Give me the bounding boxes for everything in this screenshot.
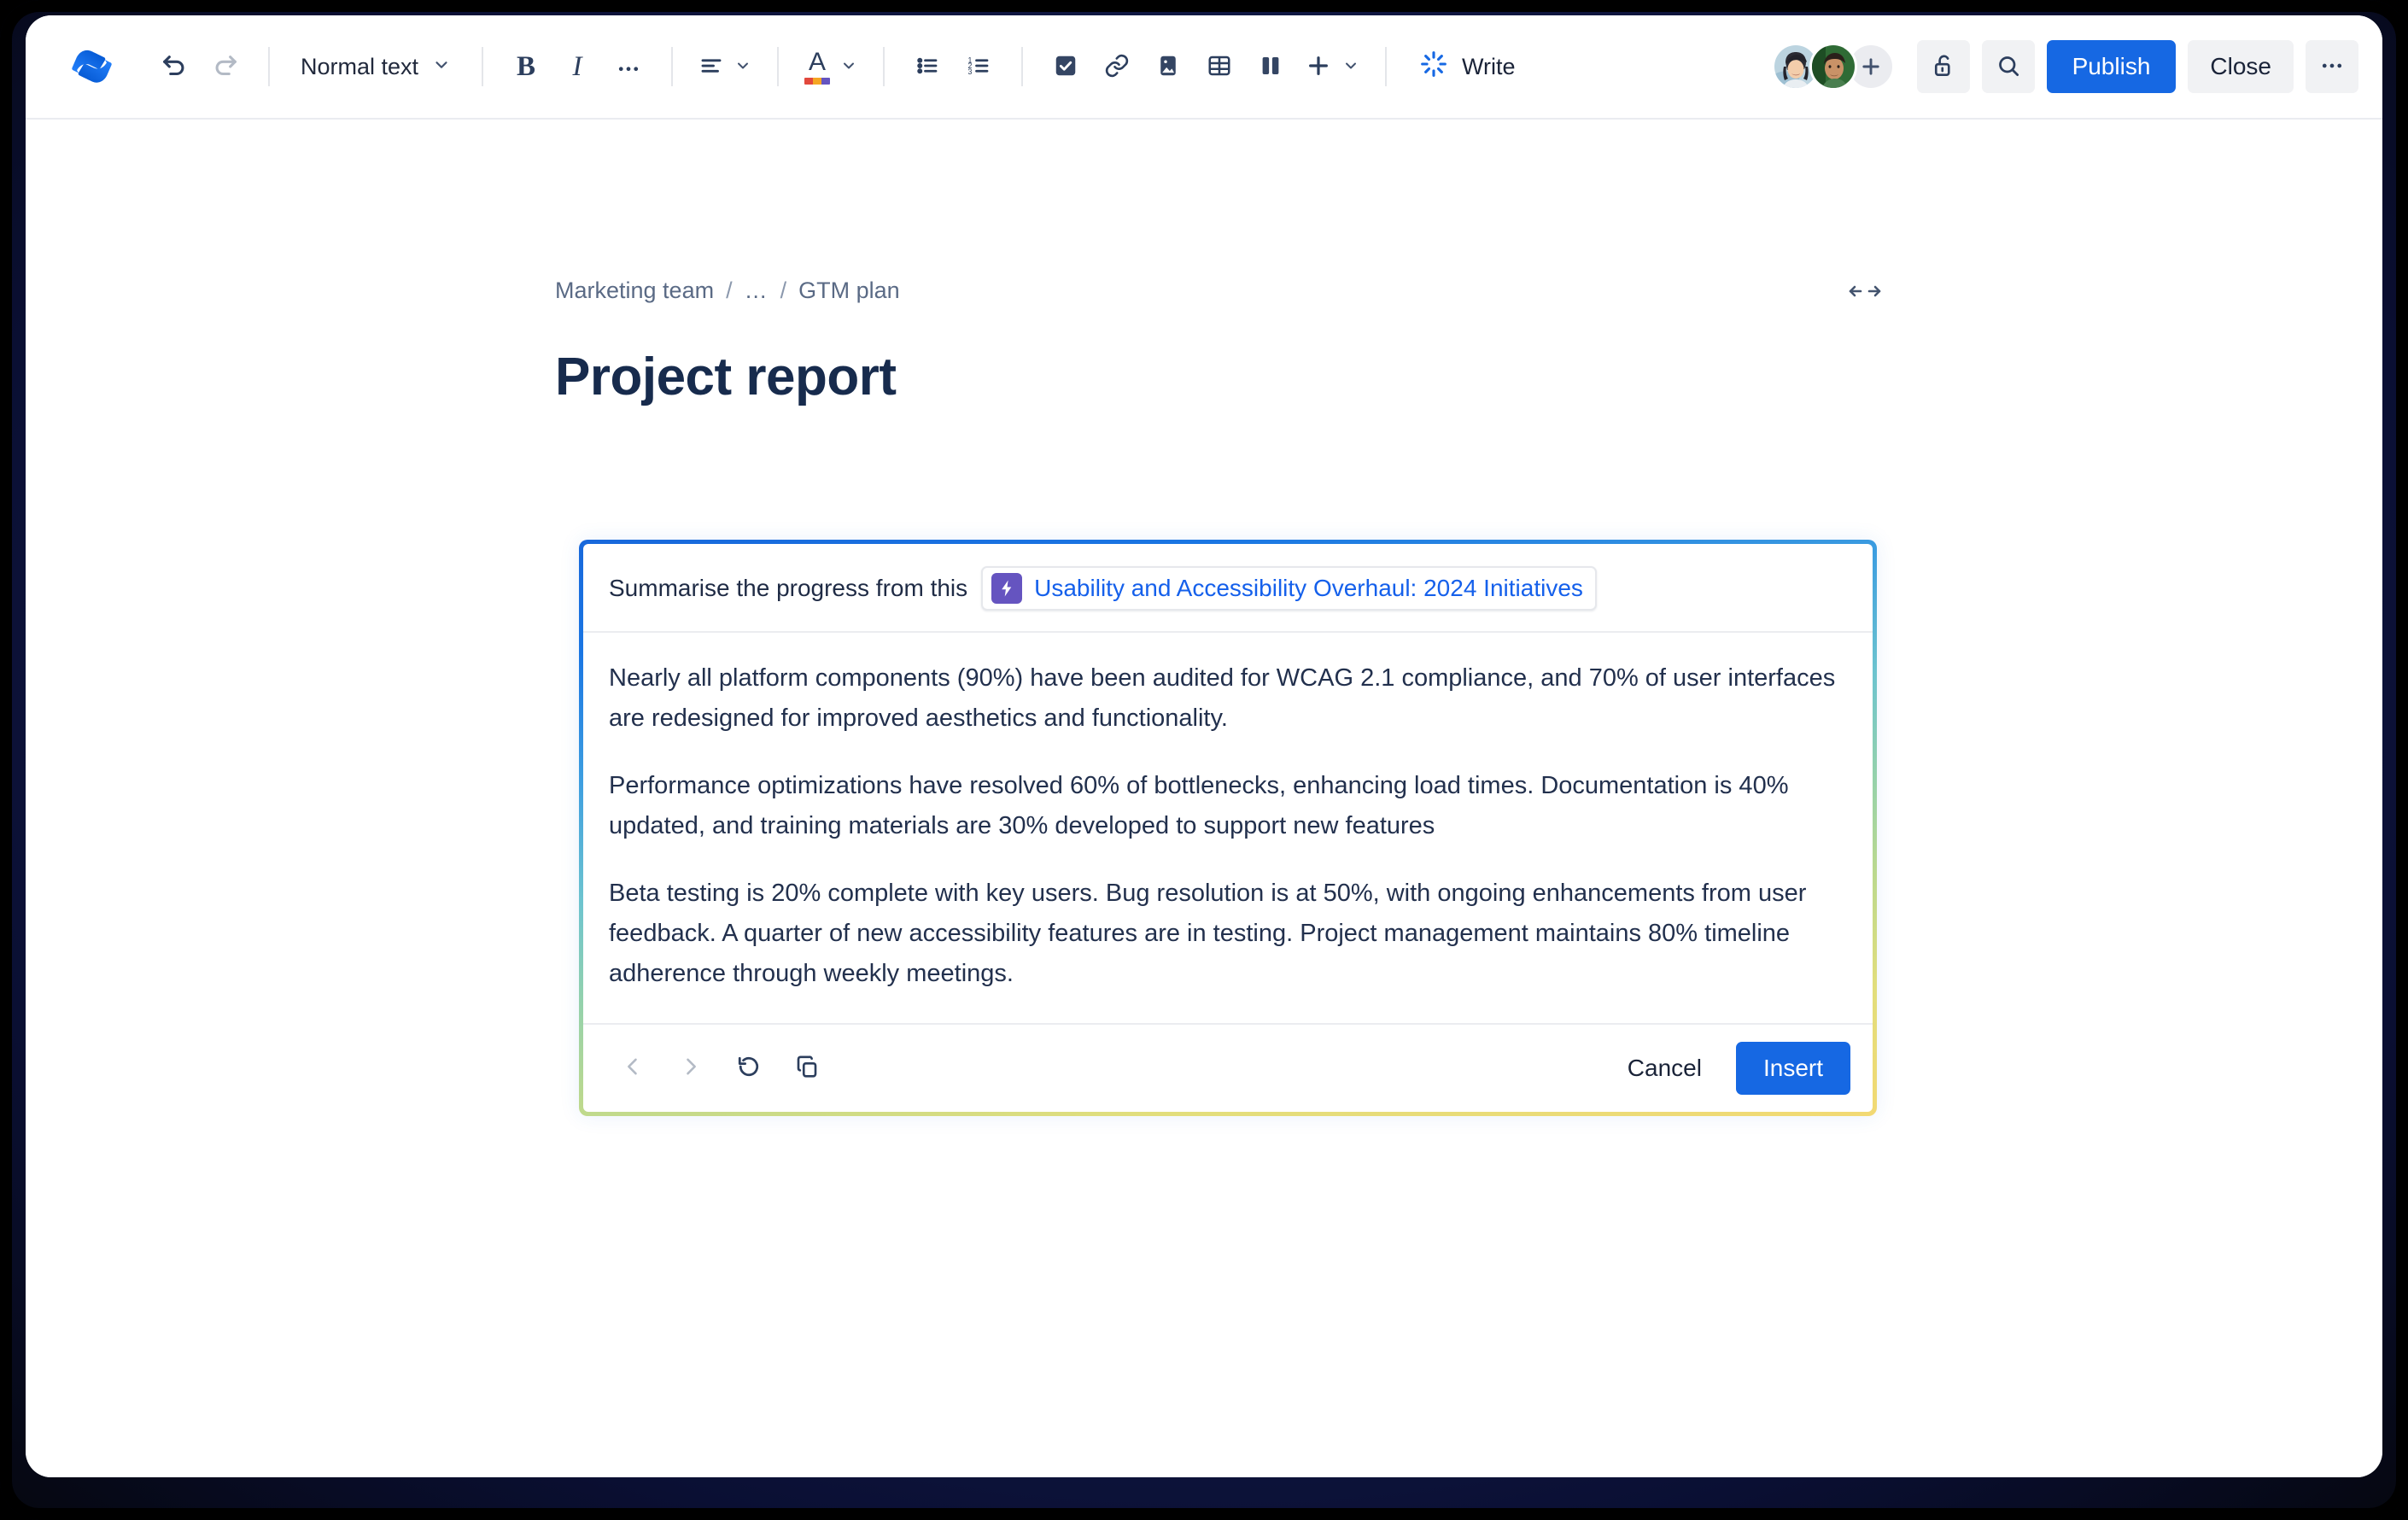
text-color-button[interactable]: A	[796, 41, 866, 92]
chevron-down-icon	[734, 57, 751, 77]
ai-write-label: Write	[1462, 53, 1516, 79]
text-align-icon	[698, 53, 724, 81]
app-window: Normal text B I A 1 2 3 Write Publish Cl…	[26, 15, 2382, 1477]
ai-prompt-row: Summarise the progress from this Usabili…	[583, 544, 1873, 633]
plus-icon	[1305, 52, 1332, 82]
text-style-label: Normal text	[301, 53, 419, 79]
ai-result-panel: Summarise the progress from this Usabili…	[579, 540, 1877, 1116]
content-column: Marketing team / … / GTM plan Project re…	[555, 120, 1887, 407]
ai-paragraph: Beta testing is 20% complete with key us…	[609, 879, 1807, 987]
checkbox-icon	[1053, 53, 1078, 81]
ellipsis-icon	[616, 53, 641, 81]
bullet-list-button[interactable]	[902, 41, 953, 92]
numbered-list-button[interactable]: 1 2 3	[953, 41, 1004, 92]
link-icon	[1104, 53, 1130, 81]
toolbar-divider	[482, 47, 484, 86]
toolbar-divider	[883, 47, 885, 86]
bold-button[interactable]: B	[500, 41, 552, 92]
ai-paragraph: Nearly all platform components (90%) hav…	[609, 664, 1836, 732]
columns-layout-icon	[1258, 53, 1283, 81]
toolbar-divider	[777, 47, 780, 86]
ai-result-panel-inner: Summarise the progress from this Usabili…	[583, 544, 1873, 1112]
avatar[interactable]	[1809, 43, 1857, 91]
more-options-button[interactable]	[2306, 40, 2358, 93]
linked-page-label: Usability and Accessibility Overhaul: 20…	[1034, 575, 1583, 601]
editor-toolbar: Normal text B I A 1 2 3 Write Publish Cl…	[26, 15, 2382, 120]
next-result-button[interactable]	[667, 1044, 715, 1092]
previous-result-button[interactable]	[609, 1044, 657, 1092]
linked-page-chip[interactable]: Usability and Accessibility Overhaul: 20…	[981, 566, 1597, 611]
search-icon	[1996, 53, 2021, 81]
atlassian-intelligence-icon	[1419, 50, 1448, 85]
numbered-list-icon: 1 2 3	[966, 53, 991, 81]
ai-result-body: Nearly all platform components (90%) hav…	[583, 633, 1873, 1023]
insert-button[interactable]	[1296, 41, 1368, 92]
search-button[interactable]	[1981, 40, 2035, 93]
ai-paragraph: Performance optimizations have resolved …	[609, 771, 1789, 839]
ai-write-button[interactable]: Write	[1404, 40, 1531, 93]
chevron-down-icon	[1342, 57, 1359, 77]
retry-button[interactable]	[725, 1044, 773, 1092]
redo-button[interactable]	[200, 41, 251, 92]
chevron-left-icon	[621, 1055, 645, 1081]
restrictions-button[interactable]	[1916, 40, 1970, 93]
page-body: Marketing team / … / GTM plan Project re…	[26, 120, 2382, 1477]
copy-icon	[794, 1054, 820, 1082]
ai-footer-buttons: Cancel Insert	[1605, 1041, 1850, 1095]
bold-label: B	[517, 50, 536, 82]
layout-button[interactable]	[1245, 41, 1296, 92]
expand-width-button[interactable]	[1843, 275, 1887, 309]
toolbar-divider	[268, 47, 270, 86]
expand-width-icon	[1846, 280, 1884, 305]
toolbar-divider	[1385, 47, 1388, 86]
breadcrumb-row: Marketing team / … / GTM plan	[555, 272, 1887, 309]
page-title: Project report	[555, 348, 897, 406]
cancel-button[interactable]: Cancel	[1605, 1042, 1724, 1095]
unlocked-padlock-icon	[1931, 53, 1956, 81]
italic-label: I	[572, 50, 582, 82]
chevron-down-icon	[432, 54, 451, 80]
table-icon	[1207, 53, 1232, 81]
image-button[interactable]	[1143, 41, 1194, 92]
breadcrumb-item-space[interactable]: Marketing team	[555, 278, 714, 304]
task-button[interactable]	[1040, 41, 1091, 92]
confluence-logo-icon[interactable]	[68, 43, 116, 91]
breadcrumb-item-parent[interactable]: GTM plan	[798, 278, 900, 304]
undo-button[interactable]	[149, 41, 200, 92]
bullet-list-icon	[915, 53, 940, 81]
breadcrumb-separator: /	[726, 277, 733, 303]
more-formatting-button[interactable]	[603, 41, 654, 92]
image-icon	[1155, 53, 1181, 81]
breadcrumb-item-ellipsis[interactable]: …	[745, 278, 769, 304]
ai-result-panel-wrapper: Summarise the progress from this Usabili…	[579, 540, 1877, 1116]
ellipsis-icon	[2319, 53, 2345, 81]
close-button[interactable]: Close	[2188, 40, 2294, 93]
copy-button[interactable]	[783, 1044, 831, 1092]
text-color-icon: A	[804, 49, 831, 85]
table-button[interactable]	[1194, 41, 1245, 92]
svg-text:3: 3	[968, 67, 973, 76]
ai-prompt-text: Summarise the progress from this	[609, 575, 968, 601]
publish-button[interactable]: Publish	[2046, 40, 2177, 93]
text-style-dropdown[interactable]: Normal text	[287, 40, 465, 93]
text-align-button[interactable]	[690, 41, 760, 92]
toolbar-divider	[671, 47, 674, 86]
collaborator-avatars	[1771, 43, 1895, 91]
breadcrumb: Marketing team / … / GTM plan	[555, 278, 900, 304]
ai-footer-actions	[609, 1044, 831, 1092]
device-frame: Normal text B I A 1 2 3 Write Publish Cl…	[0, 0, 2408, 1520]
toolbar-right-group: Publish Close	[1771, 40, 2358, 93]
toolbar-left-group: Normal text B I A 1 2 3 Write	[68, 40, 1772, 93]
italic-button[interactable]: I	[552, 41, 603, 92]
insert-button[interactable]: Insert	[1735, 1041, 1850, 1095]
chevron-right-icon	[679, 1055, 703, 1081]
page-lightning-icon	[991, 573, 1023, 604]
link-button[interactable]	[1091, 41, 1143, 92]
refresh-counterclockwise-icon	[736, 1054, 762, 1082]
chevron-down-icon	[840, 57, 857, 77]
breadcrumb-separator: /	[780, 277, 787, 303]
ai-result-footer: Cancel Insert	[583, 1022, 1873, 1112]
toolbar-divider	[1021, 47, 1024, 86]
